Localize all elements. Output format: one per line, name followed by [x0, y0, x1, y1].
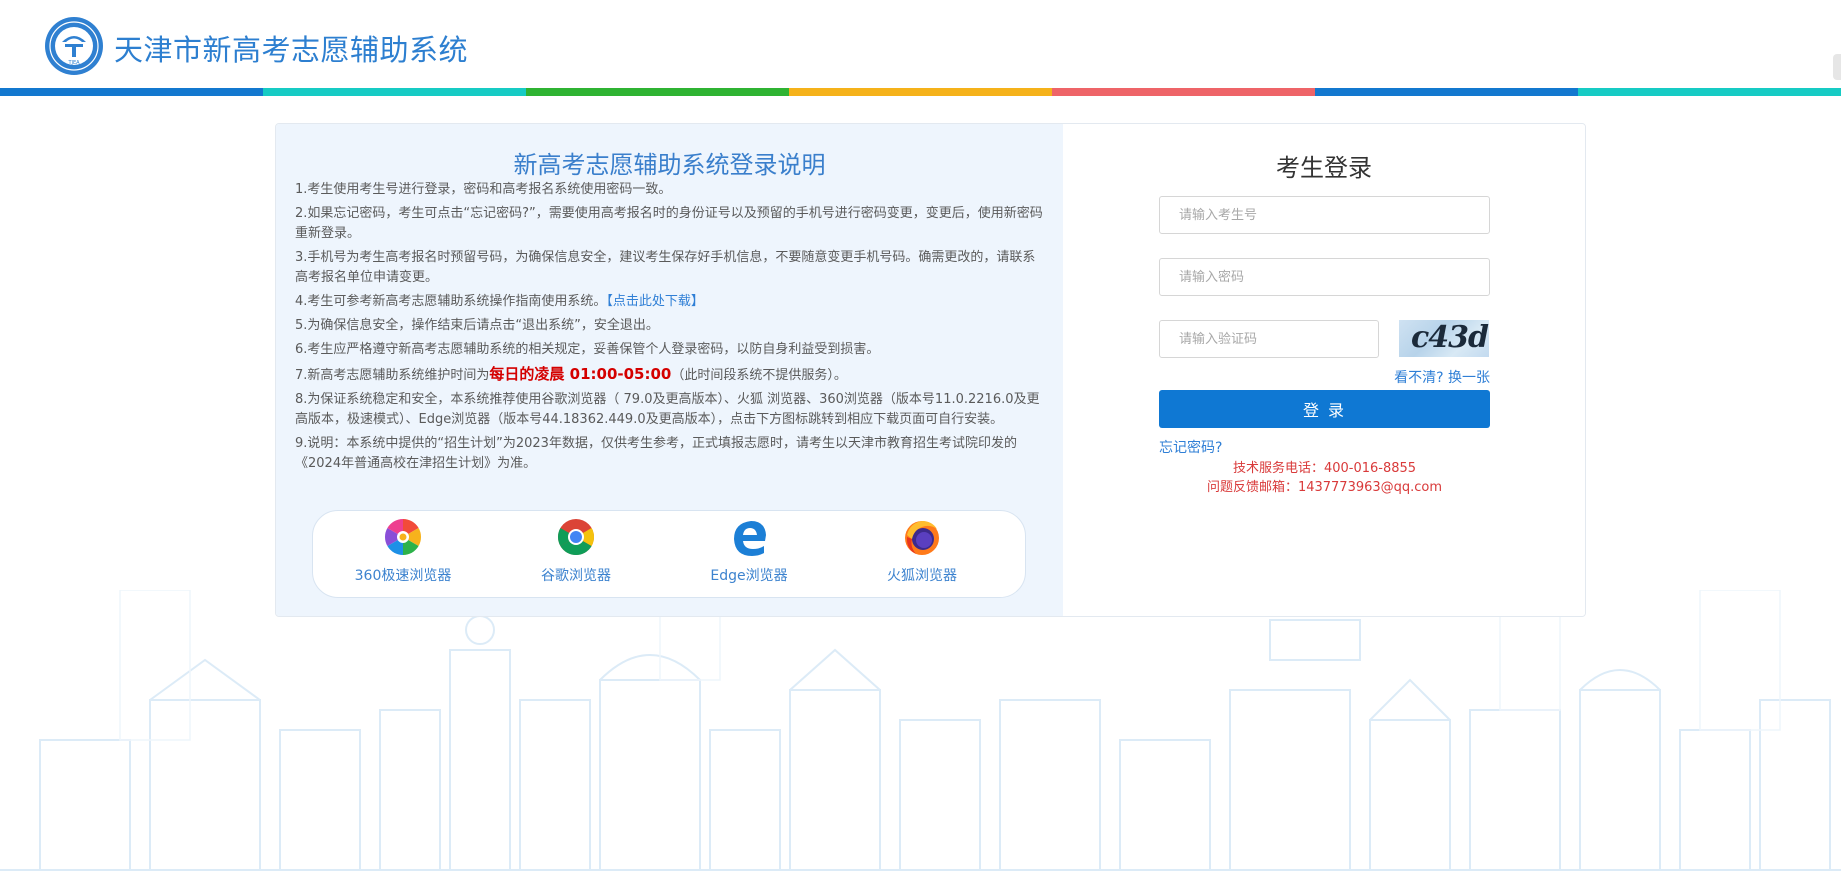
rule-7-prefix: 7.新高考志愿辅助系统维护时间为 — [295, 368, 490, 383]
logo-text: TJEA — [67, 60, 80, 66]
student-id-input[interactable] — [1159, 196, 1490, 234]
rule-7: 7.新高考志愿辅助系统维护时间为每日的凌晨 01:00-05:00（此时间段系统… — [295, 364, 1045, 386]
360-browser-icon — [384, 519, 422, 555]
browser-download-box: 360极速浏览器 谷歌浏览器 Edge浏览器 火狐浏览器 — [312, 510, 1026, 598]
captcha-image[interactable]: c43d — [1399, 320, 1489, 357]
color-strip-segment — [263, 88, 526, 96]
instructions-section: 新高考志愿辅助系统登录说明 1.考生使用考生号进行登录，密码和高考报名系统使用密… — [276, 124, 1063, 616]
browser-chrome-label: 谷歌浏览器 — [541, 568, 611, 584]
logo-icon: TJEA — [45, 17, 103, 75]
password-input[interactable] — [1159, 258, 1490, 296]
rule-3: 3.手机号为考生高考报名时预留号码，为确保信息安全，建议考生保存好手机信息，不要… — [295, 250, 1036, 285]
browser-edge-label: Edge浏览器 — [710, 568, 788, 584]
captcha-text: c43d — [1411, 320, 1489, 355]
edge-icon — [734, 521, 766, 556]
captcha-input[interactable] — [1159, 320, 1379, 358]
instructions-title: 新高考志愿辅助系统登录说明 — [513, 151, 826, 179]
color-strip-segment — [1052, 88, 1315, 96]
rule-4: 4.考生可参考新高考志愿辅助系统操作指南使用系统。【点击此处下载】 — [295, 292, 1045, 312]
rule-8: 8.为保证系统稳定和安全，本系统推荐使用谷歌浏览器（ 79.0及更高版本）、火狐… — [295, 392, 1040, 427]
chrome-icon — [557, 519, 595, 556]
color-strip-segment — [1315, 88, 1578, 96]
login-title: 考生登录 — [1276, 154, 1372, 182]
color-strip-segment — [1578, 88, 1841, 96]
login-button[interactable]: 登 录 — [1159, 390, 1490, 428]
refresh-captcha-link[interactable]: 看不清? 换一张 — [1307, 367, 1490, 387]
manual-download-link[interactable]: 【点击此处下载】 — [606, 294, 704, 309]
browser-chrome[interactable]: 谷歌浏览器 — [501, 517, 651, 585]
page-header: TJEA 天津市新高考志愿辅助系统 — [0, 0, 1841, 96]
color-strip-segment — [526, 88, 789, 96]
browser-360-label: 360极速浏览器 — [354, 568, 452, 584]
color-strip — [0, 88, 1841, 96]
rule-1: 1.考生使用考生号进行登录，密码和高考报名系统使用密码一致。 — [295, 182, 672, 197]
color-strip-segment — [0, 88, 263, 96]
rule-4-text: 4.考生可参考新高考志愿辅助系统操作指南使用系统。 — [295, 294, 607, 309]
side-scroll-tab[interactable] — [1833, 54, 1841, 80]
rule-7-suffix: （此时间段系统不提供服务）。 — [671, 368, 847, 383]
rule-9: 9.说明：本系统中提供的“招生计划”为2023年数据，仅供考生参考，正式填报志愿… — [295, 436, 1017, 471]
instructions-list: 1.考生使用考生号进行登录，密码和高考报名系统使用密码一致。 2.如果忘记密码，… — [295, 180, 1045, 478]
login-section: 考生登录 c43d 看不清? 换一张 登 录 忘记密码? 技术服务电话：400-… — [1063, 124, 1585, 616]
site-title: 天津市新高考志愿辅助系统 — [114, 33, 469, 67]
service-phone: 技术服务电话：400-016-8855 — [1232, 461, 1417, 476]
rule-2: 2.如果忘记密码，考生可点击“忘记密码?”，需要使用高考报名时的身份证号以及预留… — [295, 206, 1043, 241]
firefox-icon — [905, 521, 939, 555]
rule-5: 5.为确保信息安全，操作结束后请点击“退出系统”，安全退出。 — [295, 318, 659, 333]
color-strip-segment — [789, 88, 1052, 96]
browser-firefox[interactable]: 火狐浏览器 — [847, 517, 997, 585]
login-panel: 新高考志愿辅助系统登录说明 1.考生使用考生号进行登录，密码和高考报名系统使用密… — [275, 123, 1586, 617]
rule-6: 6.考生应严格遵守新高考志愿辅助系统的相关规定，妥善保管个人登录密码，以防自身利… — [295, 342, 880, 357]
maintenance-time: 每日的凌晨 01:00-05:00 — [489, 365, 672, 383]
forgot-password-link[interactable]: 忘记密码? — [1159, 437, 1222, 457]
browser-360[interactable]: 360极速浏览器 — [328, 517, 478, 585]
browser-firefox-label: 火狐浏览器 — [887, 568, 957, 584]
feedback-email: 问题反馈邮箱：1437773963@qq.com — [1206, 480, 1443, 495]
browser-edge[interactable]: Edge浏览器 — [674, 517, 824, 585]
city-skyline-illustration — [0, 590, 1841, 871]
